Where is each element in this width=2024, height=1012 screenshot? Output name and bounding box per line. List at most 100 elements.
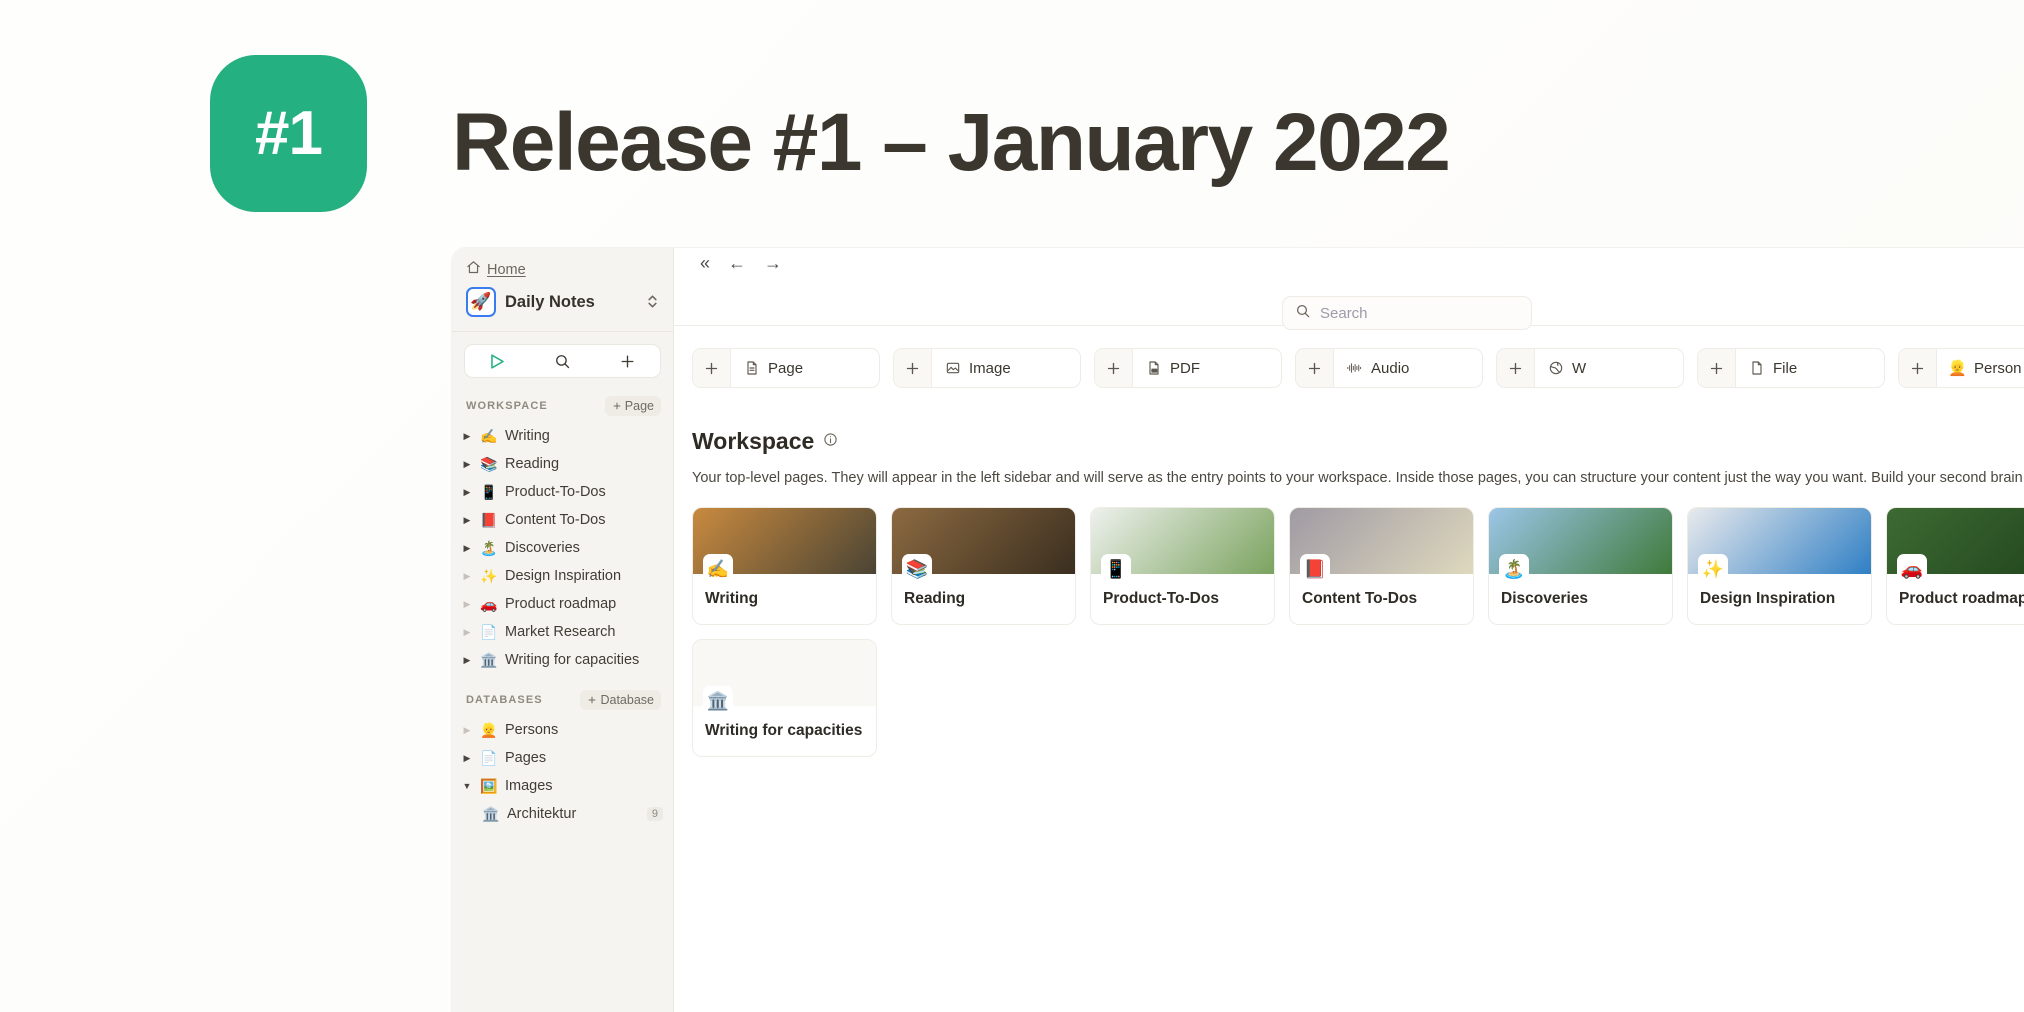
- top-bar: « ← →: [674, 248, 2024, 330]
- disclosure-triangle-icon[interactable]: ▶: [461, 571, 473, 581]
- breadcrumb-home-label[interactable]: Home: [487, 262, 526, 278]
- item-emoji-icon: 📱: [480, 484, 498, 500]
- object-button-label: PDF: [1170, 359, 1200, 377]
- send-icon[interactable]: [465, 345, 530, 377]
- disclosure-triangle-icon[interactable]: ▶: [461, 459, 473, 469]
- plus-icon[interactable]: [1899, 349, 1937, 387]
- card-title: Design Inspiration: [1700, 590, 1836, 608]
- object-button-body: W: [1535, 349, 1683, 387]
- image-icon: [944, 360, 961, 376]
- add-object-button-file[interactable]: File: [1697, 348, 1885, 388]
- plus-icon[interactable]: [1497, 349, 1535, 387]
- info-icon[interactable]: [823, 432, 838, 452]
- workspace-card[interactable]: 🚗 Product roadmap: [1886, 507, 2024, 626]
- chevron-up-down-icon[interactable]: [646, 292, 659, 313]
- item-emoji-icon: 🏝️: [480, 540, 498, 556]
- back-arrow-icon[interactable]: ←: [728, 254, 746, 272]
- sidebar-item-writing[interactable]: ▶ ✍️ Writing: [452, 422, 673, 450]
- sidebar-item-label: Market Research: [505, 624, 616, 640]
- release-hero-banner: #1 Release #1 – January 2022: [0, 0, 2024, 250]
- audio-icon: [1346, 360, 1363, 376]
- sidebar-item-product-to-dos[interactable]: ▶ 📱 Product-To-Dos: [452, 478, 673, 506]
- add-page-label: Page: [624, 399, 654, 413]
- workspace-card[interactable]: ✍️ Writing: [692, 507, 877, 626]
- sidebar-item-writing-for-capacities[interactable]: ▶ 🏛️ Writing for capacities: [452, 646, 673, 674]
- search-input[interactable]: [1320, 304, 1519, 322]
- workspace-heading: Workspace: [692, 428, 2024, 455]
- add-database-button[interactable]: Database: [580, 690, 661, 710]
- sidebar-item-reading[interactable]: ▶ 📚 Reading: [452, 450, 673, 478]
- disclosure-triangle-icon[interactable]: ▶: [461, 655, 473, 665]
- release-number-badge: #1: [210, 55, 367, 212]
- space-switcher[interactable]: 🚀 Daily Notes: [466, 285, 659, 321]
- plus-icon[interactable]: [595, 345, 660, 377]
- disclosure-triangle-icon[interactable]: ▶: [461, 431, 473, 441]
- add-page-button[interactable]: Page: [604, 396, 661, 416]
- add-object-button-image[interactable]: Image: [893, 348, 1081, 388]
- disclosure-triangle-icon[interactable]: ▶: [461, 725, 473, 735]
- sidebar-item-images[interactable]: ▼ 🖼️ Images: [452, 772, 673, 800]
- disclosure-triangle-icon[interactable]: ▶: [461, 627, 473, 637]
- collapse-sidebar-icon[interactable]: «: [700, 254, 710, 272]
- sidebar-item-content-to-dos[interactable]: ▶ 📕 Content To-Dos: [452, 506, 673, 534]
- plus-icon[interactable]: [1698, 349, 1736, 387]
- add-object-button-page[interactable]: Page: [692, 348, 880, 388]
- object-button-body: Page: [731, 349, 879, 387]
- add-object-button-audio[interactable]: Audio: [1295, 348, 1483, 388]
- disclosure-triangle-icon[interactable]: ▶: [461, 515, 473, 525]
- sidebar-item-label: Persons: [505, 722, 559, 738]
- disclosure-triangle-icon[interactable]: ▶: [461, 753, 473, 763]
- pdf-icon: [1145, 360, 1162, 376]
- card-emoji-icon: 🚗: [1897, 554, 1927, 585]
- add-object-button-pdf[interactable]: PDF: [1094, 348, 1282, 388]
- sidebar-item-market-research[interactable]: ▶ 📄 Market Research: [452, 618, 673, 646]
- sidebar-item-pages[interactable]: ▶ 📄 Pages: [452, 744, 673, 772]
- item-emoji-icon: 👱: [480, 722, 498, 738]
- item-emoji-icon: 📕: [480, 512, 498, 528]
- sidebar-item-design-inspiration[interactable]: ▶ ✨ Design Inspiration: [452, 562, 673, 590]
- object-button-label: Audio: [1371, 359, 1410, 377]
- card-title: Writing for capacities: [705, 722, 863, 740]
- release-title: Release #1 – January 2022: [452, 97, 1451, 188]
- disclosure-triangle-icon[interactable]: ▶: [461, 543, 473, 553]
- workspace-card[interactable]: 📕 Content To-Dos: [1289, 507, 1474, 626]
- disclosure-triangle-icon[interactable]: ▼: [461, 781, 473, 791]
- sidebar-item-label: Discoveries: [505, 540, 580, 556]
- add-object-button-person[interactable]: 👱 Person: [1898, 348, 2024, 388]
- databases-section-header: DATABASES Database: [452, 674, 673, 716]
- search-icon[interactable]: [530, 345, 595, 377]
- workspace-description: Your top-level pages. They will appear i…: [692, 470, 2024, 486]
- workspace-card[interactable]: 📚 Reading: [891, 507, 1076, 626]
- globe-icon: [1547, 360, 1564, 376]
- sidebar-item-discoveries[interactable]: ▶ 🏝️ Discoveries: [452, 534, 673, 562]
- disclosure-triangle-icon[interactable]: ▶: [461, 599, 473, 609]
- sidebar-item-label: Content To-Dos: [505, 512, 606, 528]
- plus-icon[interactable]: [1296, 349, 1334, 387]
- page-icon: [743, 360, 760, 376]
- workspace-card[interactable]: 📱 Product-To-Dos: [1090, 507, 1275, 626]
- add-object-button-w[interactable]: W: [1496, 348, 1684, 388]
- forward-arrow-icon[interactable]: →: [764, 254, 782, 272]
- item-emoji-icon: 🏛️: [482, 806, 500, 822]
- card-emoji-icon: ✨: [1698, 554, 1728, 585]
- add-database-label: Database: [600, 693, 654, 707]
- plus-icon[interactable]: [894, 349, 932, 387]
- workspace-card[interactable]: 🏛️ Writing for capacities: [692, 639, 877, 758]
- sidebar-item-product-roadmap[interactable]: ▶ 🚗 Product roadmap: [452, 590, 673, 618]
- sidebar-item-persons[interactable]: ▶ 👱 Persons: [452, 716, 673, 744]
- item-count-badge: 9: [646, 807, 663, 821]
- breadcrumb[interactable]: Home: [466, 260, 659, 279]
- disclosure-triangle-icon[interactable]: ▶: [461, 487, 473, 497]
- card-emoji-icon: 🏛️: [703, 686, 733, 717]
- plus-icon[interactable]: [693, 349, 731, 387]
- sidebar-item-label: Architektur: [507, 806, 577, 822]
- workspace-card[interactable]: 🏝️ Discoveries: [1488, 507, 1673, 626]
- card-title: Writing: [705, 590, 759, 608]
- sidebar-tree[interactable]: WORKSPACE Page ▶ ✍️ Writing ▶ 📚 Reading ▶ 📱 Prod…: [452, 386, 673, 1012]
- main-panel: « ← → Page Image PDF Audio W File 👱 Person Work…: [674, 248, 2024, 1012]
- object-button-body: Audio: [1334, 349, 1482, 387]
- sidebar-item-architektur[interactable]: 🏛️ Architektur 9: [452, 800, 673, 828]
- plus-icon[interactable]: [1095, 349, 1133, 387]
- workspace-card[interactable]: ✨ Design Inspiration: [1687, 507, 1872, 626]
- search-bar[interactable]: [1282, 296, 1532, 330]
